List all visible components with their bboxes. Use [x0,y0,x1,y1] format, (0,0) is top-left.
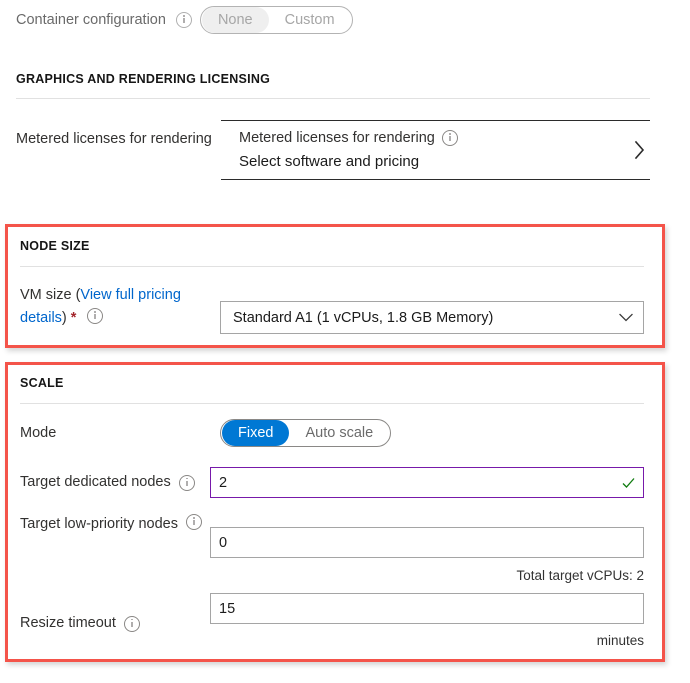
scale-section-title: SCALE [20,376,64,390]
container-configuration-row: Container configuration None Custom [16,6,353,34]
container-configuration-toggle[interactable]: None Custom [199,6,353,34]
required-marker: * [70,310,77,326]
target-dedicated-nodes-input[interactable] [210,467,644,498]
info-icon[interactable] [87,308,104,324]
metered-card-subtitle: Select software and pricing [239,153,420,170]
metered-card-title-row: Metered licenses for rendering [239,130,458,146]
metered-licenses-row: Metered licenses for rendering Metered l… [16,120,666,180]
vm-size-label-suffix: ) [61,310,67,326]
target-low-priority-nodes-row: Target low-priority nodes Total target v… [20,513,656,583]
target-low-priority-nodes-label-group: Target low-priority nodes [20,513,210,535]
info-icon[interactable] [441,130,458,146]
mode-row: Mode Fixed Auto scale [20,419,392,447]
target-dedicated-nodes-label-group: Target dedicated nodes [20,472,210,493]
target-dedicated-nodes-field [210,467,644,498]
section-divider [16,98,650,99]
info-icon[interactable] [175,12,192,28]
info-icon[interactable] [186,514,202,530]
target-low-priority-nodes-input[interactable] [210,527,644,558]
target-dedicated-nodes-label: Target dedicated nodes [20,474,171,490]
mode-label: Mode [20,424,57,441]
node-size-section-title: NODE SIZE [20,239,90,253]
vm-size-label-prefix: VM size ( [20,287,81,303]
mode-option-fixed[interactable]: Fixed [222,420,290,446]
resize-timeout-input[interactable] [210,593,644,624]
toggle-option-none[interactable]: None [201,7,269,33]
mode-toggle[interactable]: Fixed Auto scale [220,419,392,447]
form-page: Container configuration None Custom GRAP… [0,0,690,683]
resize-timeout-label: Resize timeout [20,615,116,631]
chevron-down-icon [619,313,633,322]
mode-option-auto-scale[interactable]: Auto scale [289,420,389,446]
checkmark-icon [622,477,635,488]
metered-card-title: Metered licenses for rendering [239,130,435,146]
toggle-option-custom[interactable]: Custom [269,7,351,33]
chevron-right-icon [634,140,645,160]
total-target-vcpus-text: Total target vCPUs: 2 [516,568,644,583]
container-configuration-label: Container configuration [16,11,166,28]
resize-timeout-unit-label: minutes [596,633,644,648]
resize-timeout-row: Resize timeout minutes [20,593,656,648]
node-size-highlight-box: NODE SIZE VM size (View full pricing det… [5,224,665,348]
vm-size-label: VM size (View full pricing details) * [20,284,220,330]
node-size-section: NODE SIZE [20,239,644,267]
vm-size-selected-value: Standard A1 (1 vCPUs, 1.8 GB Memory) [233,309,494,326]
target-dedicated-nodes-row: Target dedicated nodes [20,467,656,498]
section-divider [20,403,644,404]
resize-timeout-field: minutes [210,593,644,648]
target-low-priority-nodes-label: Target low-priority nodes [20,516,178,532]
info-icon[interactable] [123,615,140,632]
section-divider [20,266,644,267]
scale-section: SCALE [20,376,644,404]
resize-timeout-label-group: Resize timeout [20,593,210,634]
info-icon[interactable] [178,474,195,491]
metered-licenses-label: Metered licenses for rendering [16,131,212,147]
graphics-section-title: GRAPHICS AND RENDERING LICENSING [16,72,271,86]
scale-highlight-box: SCALE Mode Fixed Auto scale Target dedic… [5,362,665,662]
target-low-priority-nodes-field: Total target vCPUs: 2 [210,513,644,583]
vm-size-select[interactable]: Standard A1 (1 vCPUs, 1.8 GB Memory) [220,301,644,334]
graphics-section: GRAPHICS AND RENDERING LICENSING [16,72,650,99]
metered-licenses-card[interactable]: Metered licenses for rendering Select so… [221,120,650,180]
